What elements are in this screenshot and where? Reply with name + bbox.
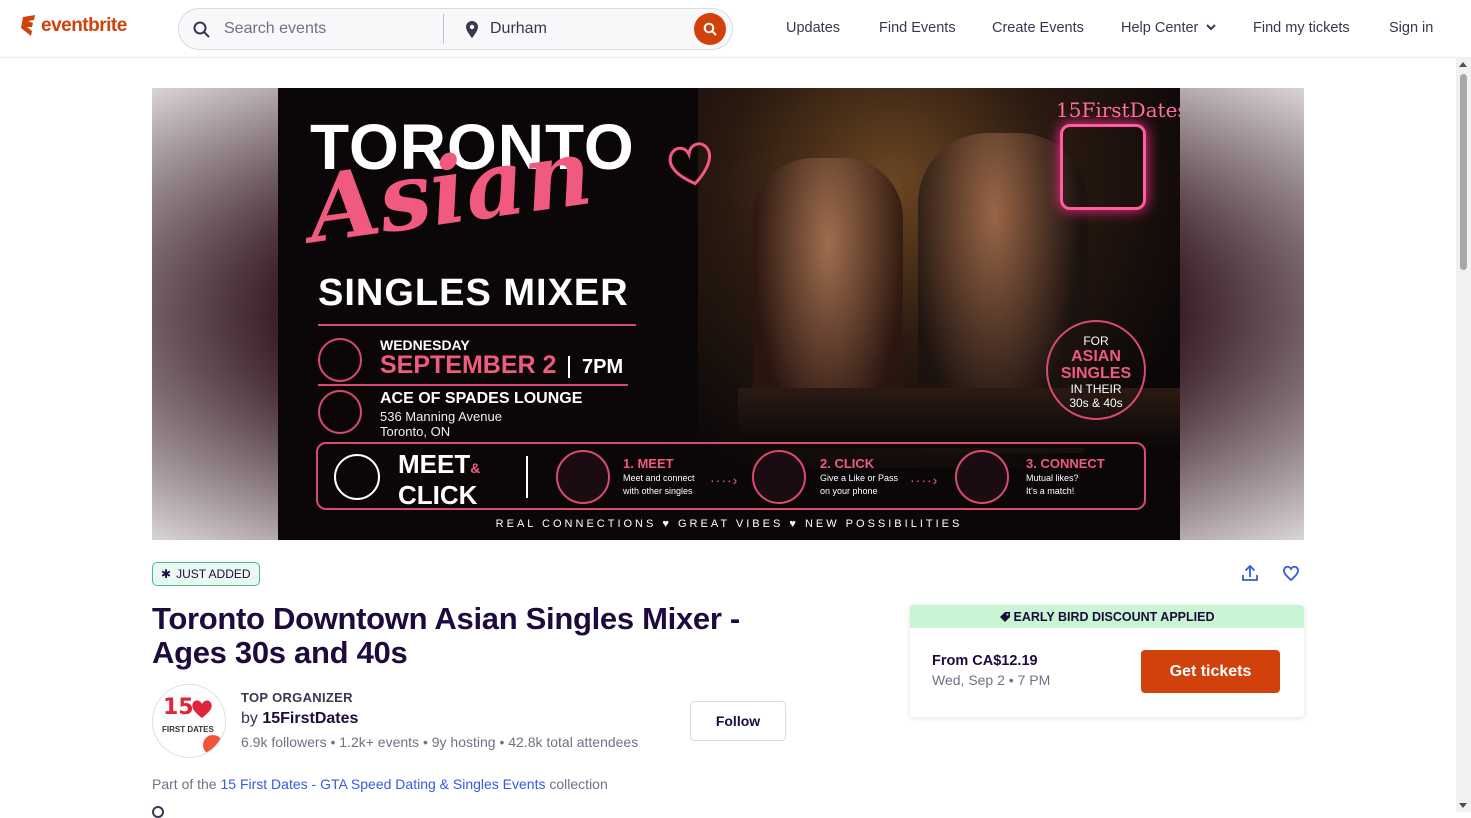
step-2-sub2: on your phone [820, 486, 878, 496]
step-1: 1. MEET Meet and connect with other single… [623, 456, 695, 497]
poster-title-singles-mixer: SINGLES MIXER [318, 272, 629, 314]
step-2-sub1: Give a Like or Pass [820, 473, 899, 483]
step-2: 2. CLICK Give a Like or Pass on your phone [820, 456, 898, 497]
ticket-date: Wed, Sep 2 • 7 PM [932, 672, 1051, 688]
step-1-sub1: Meet and connect [623, 473, 695, 483]
collection-link[interactable]: 15 First Dates - GTA Speed Dating & Sing… [220, 776, 545, 792]
discount-banner: EARLY BIRD DISCOUNT APPLIED [910, 605, 1304, 628]
poster-brand-logo: 15FirstDates [1056, 98, 1180, 122]
meet-click-strip: MEET& CLICK 1. MEET Meet and connect with … [316, 442, 1146, 510]
avatar-first-dates: FIRST DATES [162, 725, 214, 734]
nav-help-center[interactable]: Help Center [1121, 20, 1198, 36]
step-3: 3. CONNECT Mutual likes? It's a match! [1026, 456, 1105, 497]
top-organizer-label: TOP ORGANIZER [241, 690, 353, 705]
poster-venue: ACE OF SPADES LOUNGE [380, 390, 583, 407]
poster-age-badge: FOR ASIAN SINGLES IN THEIR 30s & 40s [1046, 320, 1146, 420]
step-1-title: 1. MEET [623, 456, 674, 471]
meet-amp: & [470, 460, 481, 476]
phone-icon [752, 450, 806, 504]
badge-asian: ASIAN [1071, 348, 1121, 365]
poster-rule [318, 324, 636, 326]
organizer-name-link[interactable]: 15FirstDates [262, 710, 358, 727]
meet-word: MEET [398, 449, 471, 479]
arrow-icon: ····› [910, 472, 939, 488]
step-3-sub2: It's a match! [1026, 486, 1075, 496]
poster-date: SEPTEMBER 2 [380, 351, 557, 379]
chevron-down-icon[interactable] [1206, 24, 1216, 31]
scroll-down-arrow-icon[interactable] [1459, 803, 1467, 808]
nav-links: Updates Find Events Create Events Help C… [0, 20, 1471, 38]
heart-outline-icon [668, 142, 711, 186]
poster-address-2: Toronto, ON [380, 424, 451, 439]
get-tickets-button[interactable]: Get tickets [1141, 650, 1280, 693]
asterisk-icon: ✱ [161, 567, 172, 581]
poster-address-1: 536 Manning Avenue [380, 409, 502, 424]
click-word: CLICK [398, 480, 478, 510]
nav-create-events[interactable]: Create Events [992, 20, 1084, 36]
people-icon [556, 450, 610, 504]
step-3-sub1: Mutual likes? [1026, 473, 1079, 483]
badge-for: FOR [1083, 334, 1109, 348]
neon-spade-icon [1060, 124, 1146, 210]
chat-heart-icon [334, 454, 380, 500]
collection-suffix: collection [549, 776, 608, 792]
nav-sign-in[interactable]: Sign in [1389, 20, 1433, 36]
nav-find-my-tickets[interactable]: Find my tickets [1253, 20, 1350, 36]
step-1-sub2: with other singles [623, 486, 693, 496]
heart-icon[interactable] [1281, 563, 1301, 583]
poster-rule-2 [318, 384, 628, 386]
meet-click-label: MEET& CLICK [398, 451, 480, 509]
step-2-title: 2. CLICK [820, 456, 875, 471]
avatar-15: 15 [163, 695, 194, 720]
event-title: Toronto Downtown Asian Singles Mixer - A… [152, 601, 740, 670]
glasses-icon [955, 450, 1009, 504]
by-prefix: by [241, 710, 258, 727]
just-added-label: JUST ADDED [176, 567, 251, 581]
just-added-badge: ✱ JUST ADDED [152, 562, 260, 586]
follow-button[interactable]: Follow [690, 701, 786, 741]
nav-updates[interactable]: Updates [786, 20, 840, 36]
scroll-up-arrow-icon[interactable] [1459, 62, 1467, 67]
step-3-title: 3. CONNECT [1026, 456, 1105, 471]
arrow-icon: ····› [710, 472, 739, 488]
ticket-card: EARLY BIRD DISCOUNT APPLIED From CA$12.1… [910, 605, 1304, 717]
clock-icon [152, 806, 164, 818]
poster-time: 7PM [582, 356, 624, 378]
badge-singles: SINGLES [1060, 365, 1132, 382]
badge-in-their: IN THEIR [1070, 382, 1122, 396]
nav-find-events[interactable]: Find Events [879, 20, 956, 36]
share-icon[interactable] [1240, 563, 1260, 583]
collection-line: Part of the 15 First Dates - GTA Speed D… [152, 776, 608, 792]
calendar-icon [318, 338, 362, 382]
discount-label: EARLY BIRD DISCOUNT APPLIED [1013, 609, 1215, 624]
poster-tagline: REAL CONNECTIONS ♥ GREAT VIBES ♥ NEW POS… [495, 518, 963, 530]
heart-icon [192, 700, 212, 718]
date-divider [568, 356, 570, 378]
top-organizer-badge-icon [203, 735, 223, 755]
collection-prefix: Part of the [152, 776, 217, 792]
organizer-line: by 15FirstDates [241, 710, 358, 728]
organizer-stats: 6.9k followers • 1.2k+ events • 9y hosti… [241, 734, 639, 750]
page-scrollbar[interactable] [1456, 58, 1471, 812]
location-pin-icon [318, 390, 362, 434]
ticket-price: From CA$12.19 [932, 653, 1038, 669]
event-banner-image: TORONTO Asian SINGLES MIXER WEDNESDAY SE… [152, 88, 1304, 540]
top-nav: eventbrite Search events Durham Updates … [0, 0, 1471, 58]
tag-icon [999, 611, 1010, 622]
event-poster: TORONTO Asian SINGLES MIXER WEDNESDAY SE… [278, 88, 1180, 540]
badge-ages: 30s & 40s [1069, 396, 1123, 410]
organizer-avatar[interactable]: 15 FIRST DATES [152, 684, 226, 758]
strip-divider [526, 456, 528, 498]
scrollbar-thumb[interactable] [1460, 74, 1467, 270]
